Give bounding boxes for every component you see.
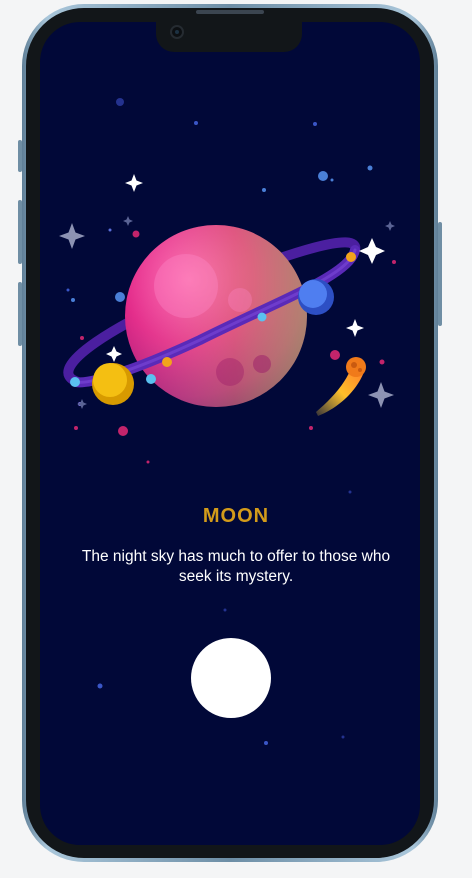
- comet-icon: [316, 357, 366, 416]
- planet-illustration: [59, 98, 396, 745]
- screen-title: MOON: [202, 505, 270, 527]
- action-button[interactable]: [191, 638, 271, 718]
- speaker-grille: [196, 10, 264, 14]
- camera-icon: [170, 25, 184, 39]
- blue-moon: [298, 279, 334, 315]
- screen-description: The night sky has much to offer to those…: [81, 548, 391, 585]
- yellow-moon: [92, 363, 134, 405]
